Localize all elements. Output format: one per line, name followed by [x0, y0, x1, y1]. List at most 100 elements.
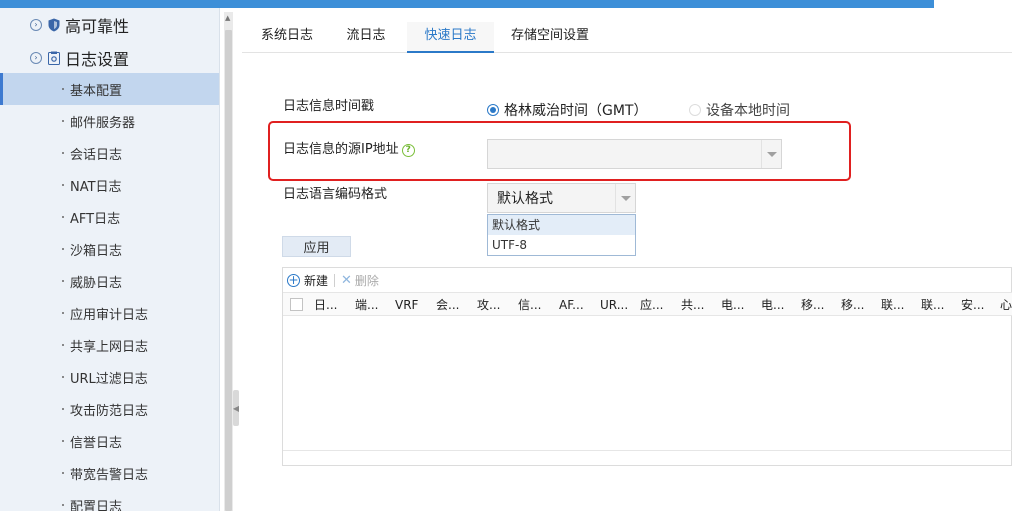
help-icon[interactable]: ? — [401, 143, 415, 157]
bullet — [62, 312, 64, 314]
sidebar-item-label: 威胁日志 — [70, 275, 123, 291]
sidebar-item-reputation-log[interactable]: 信誉日志 — [0, 425, 219, 457]
chevron-left-icon: ◀ — [232, 403, 240, 413]
encoding-dropdown: 默认格式 UTF-8 — [487, 214, 636, 256]
column-header[interactable]: VRF — [395, 293, 418, 317]
column-header[interactable]: 安... — [961, 293, 984, 317]
radio-unselected-icon[interactable] — [689, 104, 701, 116]
radio-selected-icon[interactable] — [487, 104, 499, 116]
shield-icon — [47, 18, 61, 32]
bullet — [62, 248, 64, 250]
close-icon: ✕ — [341, 272, 352, 288]
collapse-icon[interactable]: › — [30, 52, 42, 64]
radio-gmt-label: 格林威治时间（GMT） — [504, 103, 648, 119]
scrollbar-thumb[interactable] — [225, 30, 232, 511]
column-header[interactable]: 联... — [921, 293, 944, 317]
sidebar-item-attack-defense-log[interactable]: 攻击防范日志 — [0, 393, 219, 425]
add-label: 新建 — [304, 273, 329, 288]
bullet — [62, 152, 64, 154]
sidebar-item-app-audit-log[interactable]: 应用审计日志 — [0, 297, 219, 329]
bullet — [62, 344, 64, 346]
tab-system-log[interactable]: 系统日志 — [254, 22, 320, 53]
tab-storage-settings[interactable]: 存储空间设置 — [510, 22, 590, 53]
column-header[interactable]: 移... — [841, 293, 864, 317]
column-header[interactable]: 日... — [314, 293, 337, 317]
radio-local-time[interactable]: 设备本地时间 — [689, 100, 790, 120]
chevron-down-icon[interactable] — [761, 140, 781, 168]
sidebar-item-label: 应用审计日志 — [70, 307, 149, 323]
apply-button[interactable]: 应用 — [282, 236, 351, 257]
source-ip-label: 日志信息的源IP地址? — [283, 138, 415, 157]
sidebar-item-url-filter-log[interactable]: URL过滤日志 — [0, 361, 219, 393]
encoding-option-default[interactable]: 默认格式 — [488, 215, 635, 235]
main-panel: 系统日志 流日志 快速日志 存储空间设置 日志信息时间戳 格林威治时间（GMT）… — [242, 8, 1012, 511]
sidebar-scrollbar[interactable]: ▲ — [224, 12, 233, 511]
sidebar-collapse-handle[interactable]: ◀ — [233, 390, 239, 426]
sidebar-item-label: 带宽告警日志 — [70, 467, 149, 483]
select-all-checkbox[interactable] — [290, 298, 303, 311]
column-header[interactable]: 移... — [801, 293, 824, 317]
toolbar-divider — [334, 273, 336, 287]
bullet — [62, 120, 64, 122]
sidebar-item-config-log[interactable]: 配置日志 — [0, 489, 219, 511]
sidebar-item-label: 配置日志 — [70, 499, 123, 511]
add-button[interactable]: + 新建 — [287, 272, 328, 289]
sidebar-item-basic-config[interactable]: 基本配置 — [0, 73, 219, 105]
column-header[interactable]: 心 — [1000, 293, 1012, 317]
sidebar-item-session-log[interactable]: 会话日志 — [0, 137, 219, 169]
sidebar-item-label: 邮件服务器 — [70, 115, 136, 131]
tab-bar: 系统日志 流日志 快速日志 存储空间设置 — [242, 22, 1012, 53]
sidebar-item-label: AFT日志 — [70, 211, 121, 227]
chevron-down-icon[interactable] — [615, 184, 635, 212]
sidebar-group-label: 高可靠性 — [65, 17, 130, 36]
grid-footer-divider — [283, 450, 1012, 451]
sidebar-item-bandwidth-alarm-log[interactable]: 带宽告警日志 — [0, 457, 219, 489]
scroll-up-icon[interactable]: ▲ — [225, 14, 230, 22]
plus-icon: + — [287, 273, 300, 287]
sidebar-item-label: 基本配置 — [70, 83, 123, 99]
sidebar-item-mail-server[interactable]: 邮件服务器 — [0, 105, 219, 137]
column-header[interactable]: UR... — [600, 293, 628, 317]
radio-local-label: 设备本地时间 — [706, 103, 790, 119]
encoding-select[interactable]: 默认格式 — [487, 183, 636, 213]
bullet — [62, 88, 64, 90]
column-header[interactable]: 电... — [721, 293, 744, 317]
sidebar-group-high-availability[interactable]: › 高可靠性 — [30, 13, 129, 37]
column-header[interactable]: AF... — [559, 293, 584, 317]
column-header[interactable]: 联... — [881, 293, 904, 317]
radio-gmt[interactable]: 格林威治时间（GMT） — [487, 100, 647, 120]
top-bar-gap — [934, 0, 1012, 8]
sidebar-item-label: 沙箱日志 — [70, 243, 123, 259]
data-grid: + 新建 ✕ 删除 日... 端... VRF 会... 攻... 信... A… — [282, 267, 1012, 466]
sidebar-item-label: URL过滤日志 — [70, 371, 148, 387]
expand-icon[interactable]: › — [30, 19, 42, 31]
delete-label: 删除 — [354, 273, 379, 288]
grid-toolbar: + 新建 ✕ 删除 — [283, 268, 1012, 292]
sidebar-item-aft-log[interactable]: AFT日志 — [0, 201, 219, 233]
tab-fast-log[interactable]: 快速日志 — [407, 22, 494, 53]
encoding-option-utf8[interactable]: UTF-8 — [488, 235, 635, 255]
column-header[interactable]: 会... — [436, 293, 459, 317]
sidebar-item-sandbox-log[interactable]: 沙箱日志 — [0, 233, 219, 265]
bullet — [62, 440, 64, 442]
sidebar-item-shared-access-log[interactable]: 共享上网日志 — [0, 329, 219, 361]
encoding-value: 默认格式 — [497, 191, 553, 207]
column-header[interactable]: 电... — [761, 293, 784, 317]
column-header[interactable]: 共... — [681, 293, 704, 317]
column-header[interactable]: 攻... — [477, 293, 500, 317]
column-header[interactable]: 端... — [355, 293, 378, 317]
tab-flow-log[interactable]: 流日志 — [340, 22, 392, 53]
bullet — [62, 504, 64, 506]
sidebar-group-log-settings[interactable]: › 日志设置 — [30, 46, 129, 70]
sidebar-item-threat-log[interactable]: 威胁日志 — [0, 265, 219, 297]
source-ip-select[interactable] — [487, 139, 782, 169]
sidebar-item-label: 会话日志 — [70, 147, 123, 163]
column-header[interactable]: 应... — [640, 293, 663, 317]
grid-header: 日... 端... VRF 会... 攻... 信... AF... UR...… — [283, 292, 1012, 316]
sidebar-item-nat-log[interactable]: NAT日志 — [0, 169, 219, 201]
column-header[interactable]: 信... — [518, 293, 541, 317]
log-settings-icon — [47, 51, 61, 65]
sidebar-item-label: NAT日志 — [70, 179, 122, 195]
timestamp-label: 日志信息时间戳 — [283, 99, 375, 114]
delete-button[interactable]: ✕ 删除 — [341, 272, 379, 289]
